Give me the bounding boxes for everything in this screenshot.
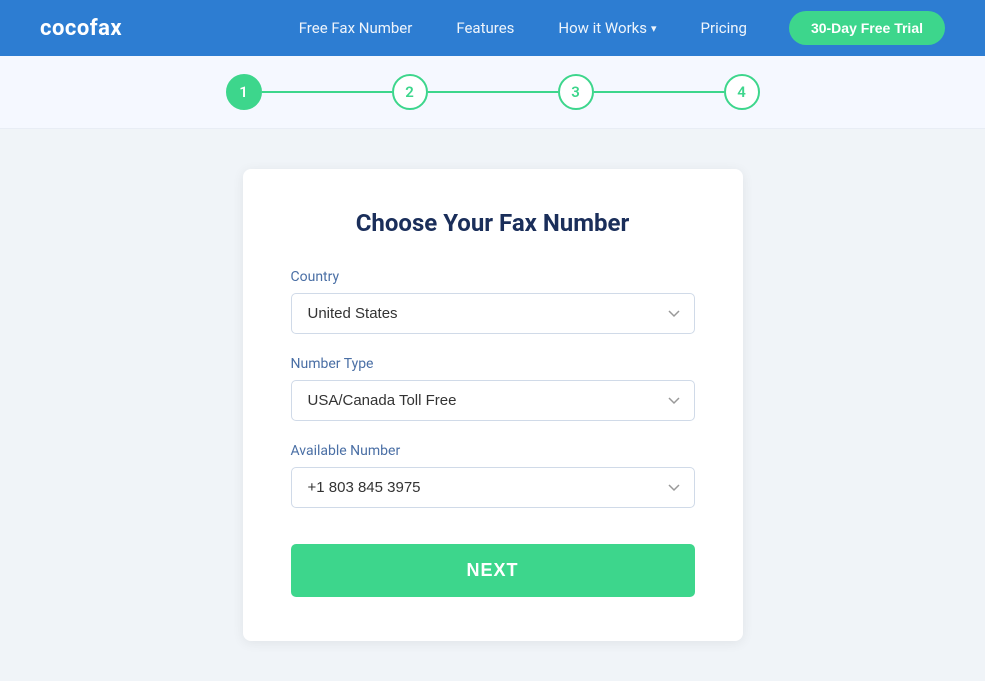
stepper-bar: 1 2 3 4	[0, 56, 985, 129]
nav-link-label: Features	[456, 19, 514, 37]
number-type-group: Number Type USA/Canada Toll Free Local I…	[291, 356, 695, 421]
step-3: 3	[558, 74, 594, 110]
form-title: Choose Your Fax Number	[291, 209, 695, 237]
available-number-label: Available Number	[291, 443, 695, 459]
step-1: 1	[226, 74, 262, 110]
nav-item-how-it-works[interactable]: How it Works ▾	[536, 19, 678, 37]
country-select[interactable]: United States Canada United Kingdom Aust…	[291, 293, 695, 334]
step-line-2	[428, 91, 558, 93]
main-content: Choose Your Fax Number Country United St…	[0, 129, 985, 681]
number-type-select[interactable]: USA/Canada Toll Free Local International	[291, 380, 695, 421]
stepper: 1 2 3 4	[226, 74, 760, 110]
nav-link-label: How it Works	[558, 19, 647, 37]
country-label: Country	[291, 269, 695, 285]
nav-link-label: Pricing	[701, 19, 747, 37]
number-type-label: Number Type	[291, 356, 695, 372]
trial-button[interactable]: 30-Day Free Trial	[789, 11, 945, 45]
nav-item-features[interactable]: Features	[434, 19, 536, 37]
nav-item-free-fax[interactable]: Free Fax Number	[277, 19, 435, 37]
nav-link-label: Free Fax Number	[299, 19, 413, 37]
logo: cocofax	[40, 16, 122, 41]
step-2: 2	[392, 74, 428, 110]
step-line-1	[262, 91, 392, 93]
next-button[interactable]: NEXT	[291, 544, 695, 597]
step-line-3	[594, 91, 724, 93]
available-number-select[interactable]: +1 803 845 3975 +1 803 845 3976 +1 803 8…	[291, 467, 695, 508]
form-card: Choose Your Fax Number Country United St…	[243, 169, 743, 641]
step-4: 4	[724, 74, 760, 110]
nav-links: Free Fax Number Features How it Works ▾ …	[277, 19, 769, 37]
available-number-group: Available Number +1 803 845 3975 +1 803 …	[291, 443, 695, 508]
chevron-down-icon: ▾	[651, 22, 657, 35]
country-group: Country United States Canada United King…	[291, 269, 695, 334]
navbar: cocofax Free Fax Number Features How it …	[0, 0, 985, 56]
nav-item-pricing[interactable]: Pricing	[679, 19, 769, 37]
